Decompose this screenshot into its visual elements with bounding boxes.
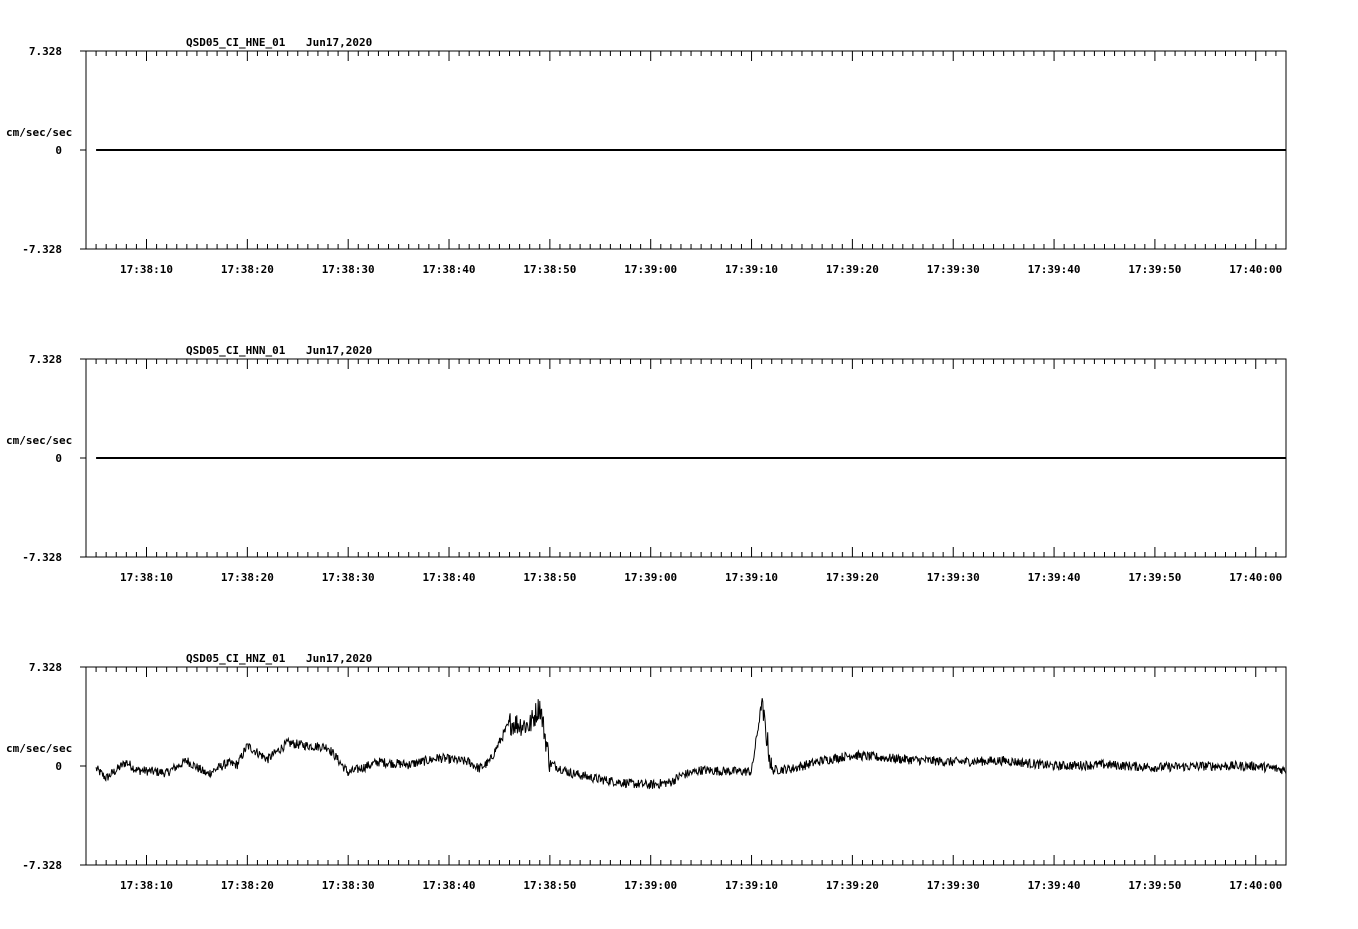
x-tick-label: 17:38:30 [322, 263, 375, 276]
x-tick-label: 17:38:10 [120, 263, 173, 276]
x-tick-label: 17:39:00 [624, 879, 677, 892]
y-tick-label: -7.328 [22, 243, 62, 256]
x-tick-label: 17:39:10 [725, 263, 778, 276]
x-tick-label: 17:39:40 [1028, 879, 1081, 892]
panel-3: QSD05_CI_HNZ_01 Jun17,2020 7.328 0 -7.328 cm/… [6, 652, 1287, 892]
x-tick-label: 17:39:20 [826, 571, 879, 584]
trace-line [95, 698, 1287, 790]
x-tick-label: 17:40:00 [1229, 879, 1282, 892]
x-tick-label: 17:38:10 [120, 571, 173, 584]
x-tick-label: 17:39:40 [1028, 571, 1081, 584]
x-tick-label: 17:39:50 [1128, 879, 1181, 892]
y-axis-label: cm/sec/sec [6, 126, 72, 139]
x-tick-label: 17:39:20 [826, 263, 879, 276]
y-tick-label: 0 [55, 452, 62, 465]
y-tick-label: -7.328 [22, 551, 62, 564]
y-tick-label: -7.328 [22, 859, 62, 872]
x-tick-label: 17:38:50 [523, 571, 576, 584]
x-tick-label: 17:40:00 [1229, 263, 1282, 276]
x-tick-label: 17:39:30 [927, 571, 980, 584]
x-tick-label: 17:38:50 [523, 879, 576, 892]
x-tick-label: 17:38:40 [423, 263, 476, 276]
y-tick-label: 7.328 [29, 353, 62, 366]
x-tick-label: 17:38:30 [322, 571, 375, 584]
panel-date: Jun17,2020 [306, 36, 372, 49]
panel-title: QSD05_CI_HNZ_01 [186, 652, 286, 665]
x-tick-label: 17:38:20 [221, 263, 274, 276]
x-tick-label: 17:39:10 [725, 879, 778, 892]
x-tick-label: 17:39:30 [927, 263, 980, 276]
y-axis-label: cm/sec/sec [6, 742, 72, 755]
x-tick-label: 17:39:10 [725, 571, 778, 584]
panel-title: QSD05_CI_HNN_01 [186, 344, 286, 357]
x-tick-label: 17:39:00 [624, 263, 677, 276]
panel-date: Jun17,2020 [306, 344, 372, 357]
y-tick-label: 0 [55, 760, 62, 773]
x-tick-label: 17:39:20 [826, 879, 879, 892]
x-tick-label: 17:38:50 [523, 263, 576, 276]
panel-2: QSD05_CI_HNN_01 Jun17,2020 7.328 0 -7.328 cm/… [6, 344, 1287, 584]
x-tick-label: 17:39:50 [1128, 571, 1181, 584]
x-tick-label: 17:38:10 [120, 879, 173, 892]
seismogram-svg: QSD05_CI_HNE_01 Jun17,2020 7.328 0 -7.328 cm/… [6, 36, 1287, 892]
y-tick-label: 0 [55, 144, 62, 157]
x-tick-label: 17:38:30 [322, 879, 375, 892]
x-tick-label: 17:39:00 [624, 571, 677, 584]
x-tick-label: 17:39:50 [1128, 263, 1181, 276]
x-tick-label: 17:39:30 [927, 879, 980, 892]
x-tick-label: 17:39:40 [1028, 263, 1081, 276]
x-tick-label: 17:38:40 [423, 879, 476, 892]
x-tick-label: 17:38:20 [221, 879, 274, 892]
panel-date: Jun17,2020 [306, 652, 372, 665]
x-tick-label: 17:38:40 [423, 571, 476, 584]
seismogram-figure: QSD05_CI_HNE_01 Jun17,2020 7.328 0 -7.328 cm/… [0, 0, 1358, 924]
panel-1: QSD05_CI_HNE_01 Jun17,2020 7.328 0 -7.328 cm/… [6, 36, 1287, 276]
y-tick-label: 7.328 [29, 661, 62, 674]
panel-title: QSD05_CI_HNE_01 [186, 36, 286, 49]
y-axis-label: cm/sec/sec [6, 434, 72, 447]
x-tick-label: 17:40:00 [1229, 571, 1282, 584]
y-tick-label: 7.328 [29, 45, 62, 58]
x-tick-label: 17:38:20 [221, 571, 274, 584]
